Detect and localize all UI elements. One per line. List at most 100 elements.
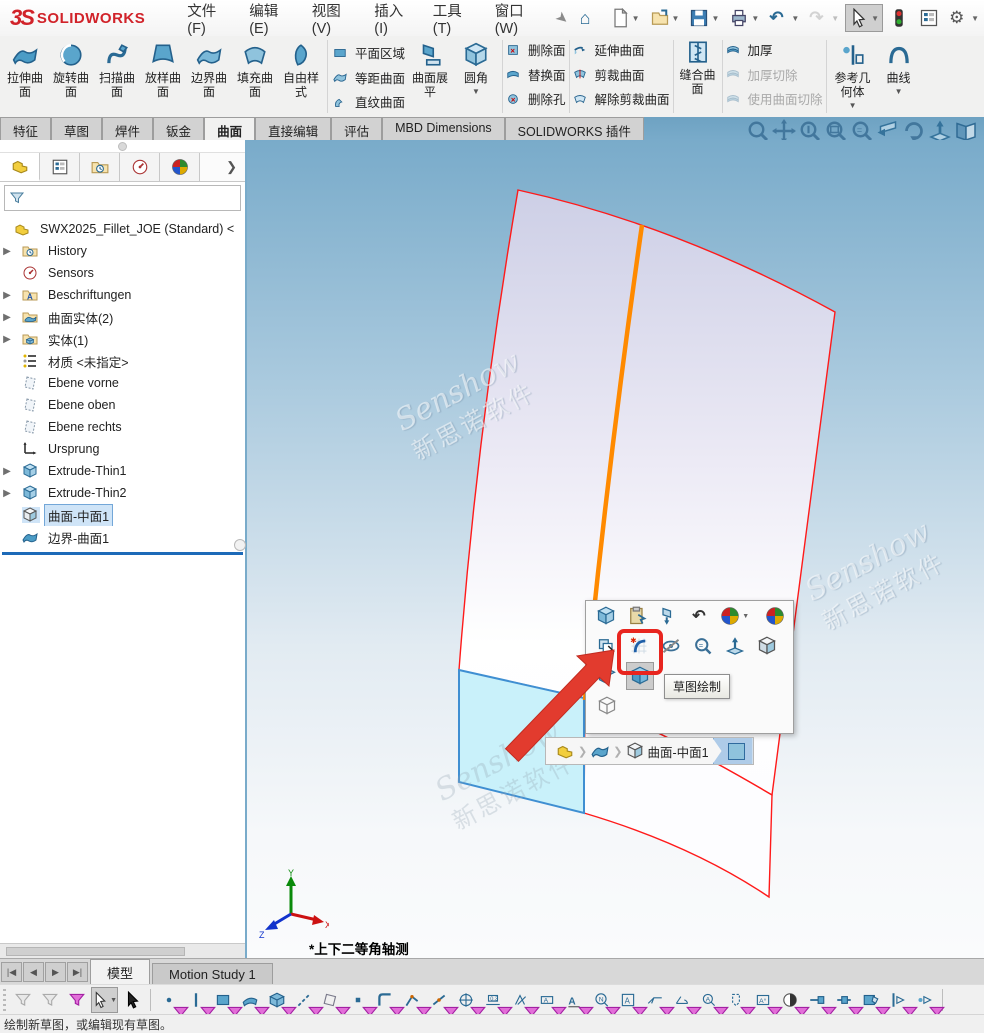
filter-connection-points-button[interactable]	[804, 988, 829, 1012]
view-orientation-button[interactable]	[754, 633, 780, 659]
pan-icon[interactable]	[772, 119, 796, 139]
ribbon-button-缝合曲面[interactable]: 缝合曲面	[675, 36, 721, 117]
edit-feature-button[interactable]	[594, 603, 619, 629]
select-arrow-button[interactable]: ▼	[845, 4, 883, 32]
ribbon-button-删除孔[interactable]: ×删除孔	[506, 87, 566, 110]
expand-arrow-icon[interactable]: ▶	[0, 334, 14, 345]
filter-sketches-button[interactable]	[372, 988, 397, 1012]
ribbon-button-直纹曲面[interactable]: 直纹曲面	[333, 90, 405, 113]
ribbon-button-曲面展平[interactable]: 曲面展平	[407, 39, 453, 100]
hide-body-button[interactable]	[656, 603, 681, 629]
dimxpertmanager-tab[interactable]	[120, 153, 160, 181]
filter-spot-welds-button[interactable]	[723, 988, 748, 1012]
tree-item-Ursprung[interactable]: Ursprung	[0, 438, 245, 460]
appearance-button[interactable]: ▼	[717, 603, 742, 629]
breadcrumb-feature[interactable]: 曲面-中面1	[622, 739, 712, 763]
filter-midpoints-button[interactable]	[426, 988, 451, 1012]
ribbon-button-参考几何体[interactable]: 参考几何体▼	[830, 39, 876, 110]
panel-tabs-expand[interactable]: ❯	[200, 153, 245, 181]
filter-annotation-views-button[interactable]: A°	[750, 988, 775, 1012]
command-tab-钣金[interactable]: 钣金	[153, 117, 204, 140]
ribbon-button-平面区域[interactable]: 平面区域	[333, 41, 405, 64]
home-button[interactable]: ⌂	[576, 4, 604, 32]
print-button[interactable]: ▼	[725, 4, 763, 32]
filter-notes-button[interactable]: A	[561, 988, 586, 1012]
expand-arrow-icon[interactable]: ▶	[0, 246, 14, 257]
configurationmanager-tab[interactable]	[80, 153, 120, 181]
command-tab-草图[interactable]: 草图	[51, 117, 102, 140]
filter-routing-points-button[interactable]	[831, 988, 856, 1012]
filter-sketch-points-button[interactable]	[345, 988, 370, 1012]
tab-nav-first[interactable]: |◀	[1, 962, 22, 982]
select-lasso-button[interactable]	[120, 988, 145, 1012]
toolbar-drag-handle[interactable]	[3, 989, 6, 1011]
ribbon-button-边界曲面[interactable]: 边界曲面	[186, 39, 232, 100]
undo-ctx-button[interactable]: ↶	[686, 603, 711, 629]
zoom-in-out-icon[interactable]	[798, 119, 822, 139]
filter-magnifier-notes-button[interactable]: N	[588, 988, 613, 1012]
filter-edges-button[interactable]	[183, 988, 208, 1012]
filter-blocks-button[interactable]	[858, 988, 883, 1012]
previous-view-icon[interactable]	[876, 119, 900, 139]
filter-multiple-button[interactable]	[37, 988, 62, 1012]
filter-shading-button[interactable]	[777, 988, 802, 1012]
command-tab-直接编辑[interactable]: 直接编辑	[255, 117, 331, 140]
filter-surface-bodies-button[interactable]	[237, 988, 262, 1012]
command-tab-曲面[interactable]: 曲面	[204, 117, 255, 140]
tree-item-Ebene vorne[interactable]: Ebene vorne	[0, 372, 245, 394]
ribbon-button-放样曲面[interactable]: 放样曲面	[140, 39, 186, 100]
command-tab-焊件[interactable]: 焊件	[102, 117, 153, 140]
filter-planes-button[interactable]	[318, 988, 343, 1012]
undo-button[interactable]: ↶▼	[765, 4, 803, 32]
filter-off-button[interactable]	[10, 988, 35, 1012]
tab-model[interactable]: 模型	[90, 959, 150, 985]
filter-datums-button[interactable]: A	[534, 988, 559, 1012]
tree-item-材质 <未指定>[interactable]: 材质 <未指定>	[0, 350, 245, 372]
pin-icon[interactable]: ➤	[552, 7, 573, 29]
tab-nav-last[interactable]: ▶|	[67, 962, 88, 982]
ribbon-button-等距曲面[interactable]: 等距曲面	[333, 66, 405, 89]
command-tab-MBD Dimensions[interactable]: MBD Dimensions	[382, 117, 505, 140]
filter-dimensions-button[interactable]: 0.3	[480, 988, 505, 1012]
panel-splitter-dot[interactable]	[234, 539, 246, 551]
expand-arrow-icon[interactable]: ▶	[0, 312, 14, 323]
filter-sketch-segments-button[interactable]	[399, 988, 424, 1012]
ribbon-button-解除剪裁曲面[interactable]: 解除剪裁曲面	[573, 87, 670, 110]
redo-button[interactable]: ↷▼	[805, 4, 843, 32]
tree-root[interactable]: SWX2025_Fillet_JOE (Standard) <	[0, 218, 245, 240]
traffic-light-button[interactable]	[885, 4, 913, 32]
propertymanager-tab[interactable]	[40, 153, 80, 181]
expand-arrow-icon[interactable]: ▶	[0, 488, 14, 499]
ribbon-button-填充曲面[interactable]: 填充曲面	[232, 39, 278, 100]
zoom-to-selection-icon[interactable]: =	[850, 119, 874, 139]
filter-caterpillars-button[interactable]	[669, 988, 694, 1012]
graphics-viewport[interactable]: Senshow 新思诺软件 Senshow 新思诺软件 Senshow 新思诺软…	[247, 140, 984, 958]
displaymanager-tab[interactable]	[160, 153, 200, 181]
select-arrow-button[interactable]: ▼	[91, 987, 118, 1013]
display-states-button[interactable]	[762, 603, 787, 629]
ribbon-button-曲线[interactable]: 曲线▼	[876, 39, 922, 96]
zoom-to-selection-ctx-button[interactable]: =	[690, 633, 716, 659]
filter-axes-button[interactable]	[291, 988, 316, 1012]
ribbon-button-延伸曲面[interactable]: 延伸曲面	[573, 38, 670, 61]
breadcrumb-face-segment[interactable]	[713, 738, 753, 764]
wireframe-button[interactable]	[594, 693, 620, 719]
options-button[interactable]: ⚙▼	[945, 4, 983, 32]
ribbon-button-加厚[interactable]: 加厚	[726, 38, 823, 61]
paste-appearance-button[interactable]	[625, 603, 650, 629]
tree-item-边界-曲面1[interactable]: 边界-曲面1	[0, 526, 245, 548]
normal-to-icon[interactable]	[928, 119, 952, 139]
tab-nav-next[interactable]: ▶	[45, 962, 66, 982]
breadcrumb-part-icon[interactable]	[552, 739, 578, 763]
filter-vertices-button[interactable]	[156, 988, 181, 1012]
filter-magnifier-text-button[interactable]: A	[696, 988, 721, 1012]
task-pane-button[interactable]	[915, 4, 943, 32]
tree-item-Ebene oben[interactable]: Ebene oben	[0, 394, 245, 416]
filter-dowel-symbols-button[interactable]	[912, 988, 937, 1012]
filter-toggle-button[interactable]	[64, 988, 89, 1012]
rotate-view-icon[interactable]	[902, 119, 926, 139]
new-document-button[interactable]: ▼	[606, 4, 644, 32]
ribbon-button-删除面[interactable]: ×删除面	[506, 38, 566, 61]
filter-weld-symbols-button[interactable]	[642, 988, 667, 1012]
ribbon-button-自由样式[interactable]: 自由样式	[278, 39, 324, 100]
